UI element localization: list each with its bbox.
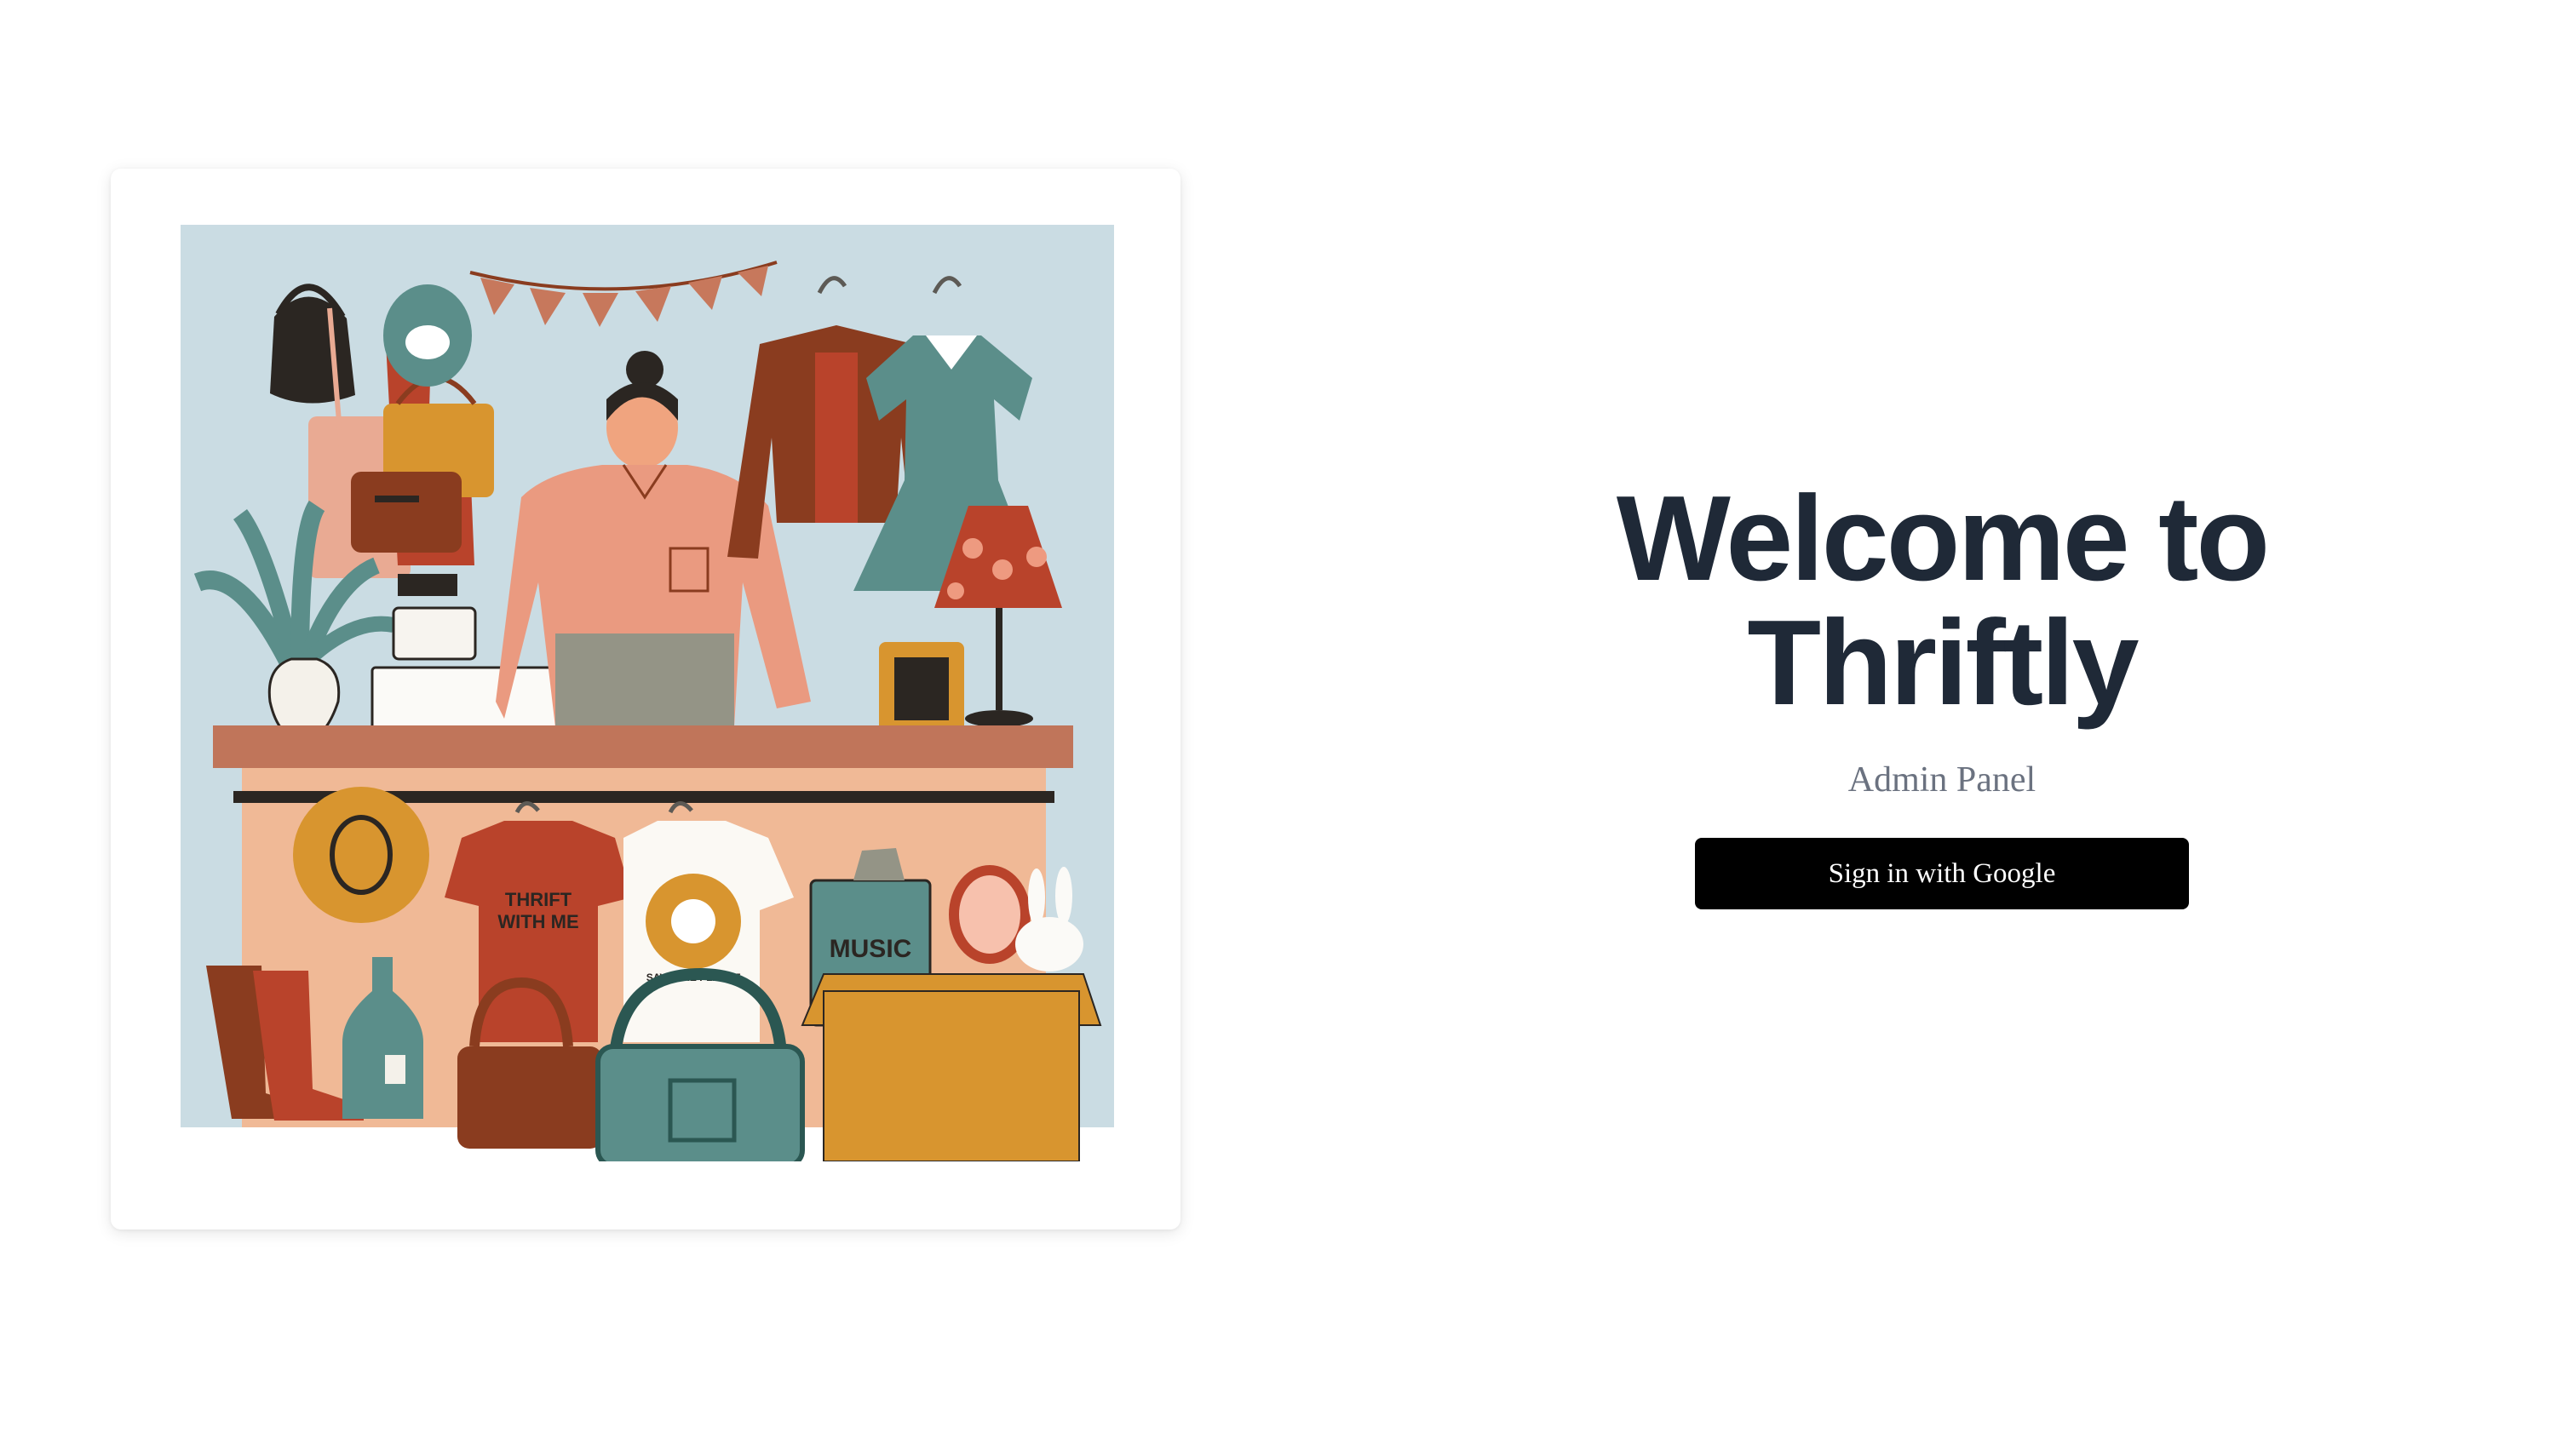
- title-line-2: Thriftly: [1747, 595, 2139, 731]
- sun-hat: [293, 787, 429, 923]
- cardboard-box: [801, 973, 1102, 1161]
- thrift-store-illustration: THRIFT WITH ME SAVE THE PLANET MUSIC: [181, 225, 1114, 1161]
- title-line-1: Welcome to: [1616, 471, 2270, 606]
- welcome-panel: Welcome to Thriftly Admin Panel Sign in …: [1499, 477, 2385, 909]
- svg-text:THRIFT: THRIFT: [505, 889, 572, 910]
- illustration-card: THRIFT WITH ME SAVE THE PLANET MUSIC: [111, 169, 1180, 1230]
- google-sign-in-button[interactable]: Sign in with Google: [1695, 838, 2189, 909]
- picture-frame: [879, 642, 964, 736]
- page-subtitle: Admin Panel: [1847, 760, 2036, 800]
- svg-text:WITH ME: WITH ME: [497, 911, 578, 932]
- page-title: Welcome to Thriftly: [1616, 471, 2270, 731]
- svg-text:MUSIC: MUSIC: [830, 935, 912, 963]
